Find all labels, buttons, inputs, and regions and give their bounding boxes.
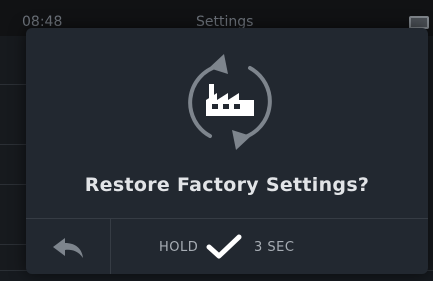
back-arrow-icon: [53, 238, 83, 258]
factory-restore-icon: [188, 54, 272, 150]
dialog-message: Restore Factory Settings?: [84, 174, 370, 196]
dialog-footer: HOLD 3 SEC: [26, 218, 428, 274]
list-divider: [0, 244, 26, 245]
back-button[interactable]: [26, 219, 111, 274]
background-list: [0, 36, 26, 280]
checkmark-icon: [206, 234, 242, 259]
hold-confirm-button[interactable]: HOLD 3 SEC: [111, 219, 428, 274]
list-divider: [0, 184, 26, 185]
list-divider: [0, 144, 26, 145]
restore-factory-dialog: Restore Factory Settings? HOLD 3 SEC: [26, 28, 428, 274]
hold-label: HOLD: [159, 240, 199, 255]
hold-duration: 3 SEC: [254, 240, 295, 255]
background-panel: [428, 36, 433, 280]
list-divider: [0, 84, 26, 85]
